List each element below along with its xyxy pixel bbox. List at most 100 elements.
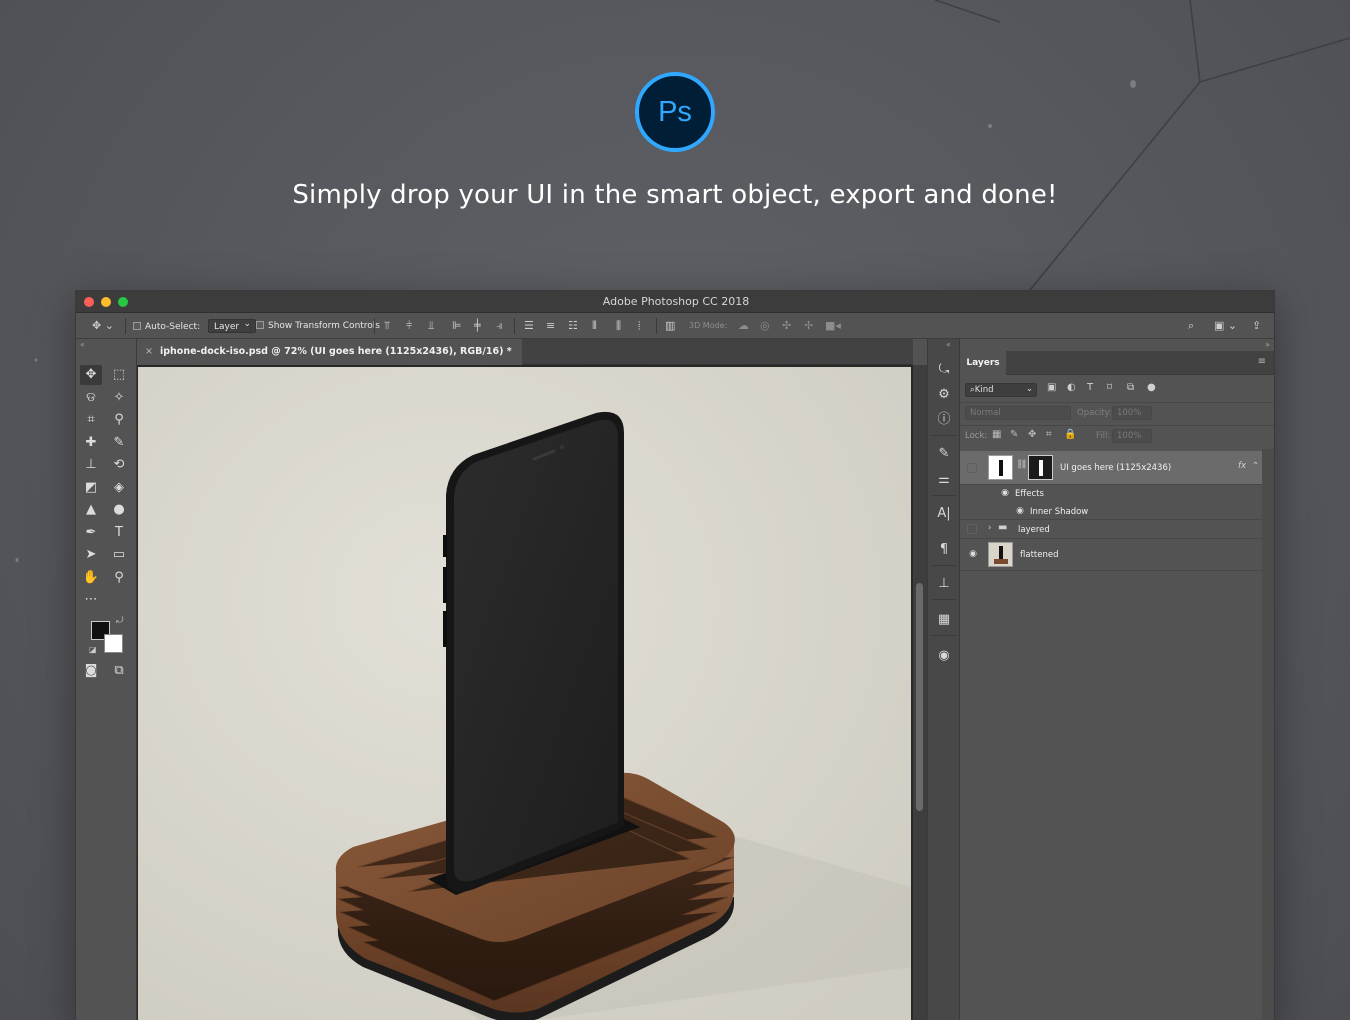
libraries-panel-icon[interactable]: ◉	[933, 645, 955, 667]
info-panel-icon[interactable]: ⓘ	[933, 409, 955, 431]
3d-pan-icon[interactable]: ✣	[782, 318, 791, 334]
expand-effects-icon[interactable]: ⌃	[1252, 461, 1259, 471]
effects-visibility-eye-icon[interactable]: ◉	[1000, 488, 1010, 498]
character-panel-icon[interactable]: A|	[933, 503, 955, 525]
canvas-vertical-scrollbar[interactable]	[913, 365, 927, 1020]
filter-pixel-icon[interactable]: ▣	[1047, 382, 1056, 393]
distribute-right-edges-icon[interactable]: ⦙	[638, 318, 640, 334]
panel-menu-icon[interactable]: ≡	[1258, 356, 1266, 367]
auto-select-checkbox[interactable]	[133, 322, 141, 330]
magic-wand-tool-icon[interactable]: ✧	[108, 388, 130, 408]
type-tool-icon[interactable]: T	[108, 523, 130, 543]
lock-all-icon[interactable]: 🔒	[1064, 429, 1076, 440]
auto-align-layers-icon[interactable]: ▥	[665, 318, 675, 334]
filter-adjustment-icon[interactable]: ◐	[1067, 382, 1076, 393]
screen-mode-icon[interactable]: ⧉	[108, 661, 130, 681]
rectangle-tool-icon[interactable]: ▭	[108, 545, 130, 565]
layer-flattened[interactable]: ◉ flattened	[960, 539, 1262, 571]
lock-artboard-icon[interactable]: ⌗	[1046, 429, 1052, 440]
table-panel-icon[interactable]: ▦	[933, 609, 955, 631]
distribute-vertical-centers-icon[interactable]: ≡	[546, 318, 555, 334]
brush-settings-panel-icon[interactable]: ✎	[933, 443, 955, 465]
close-document-icon[interactable]: ×	[145, 346, 153, 357]
history-panel-icon[interactable]: ⤿	[933, 359, 955, 381]
collapse-toolbar-icon[interactable]: «	[80, 340, 85, 349]
align-right-edges-icon[interactable]: ⫣	[496, 318, 503, 334]
flattened-visibility-eye-icon[interactable]: ◉	[968, 549, 978, 559]
filter-toggle-icon[interactable]: ●	[1147, 382, 1156, 393]
filter-type-icon[interactable]: T	[1087, 382, 1093, 393]
clone-source-panel-icon[interactable]: ⊥	[933, 573, 955, 595]
kind-filter-dropdown[interactable]: ⌕Kind ⌄	[965, 383, 1037, 397]
3d-scale-icon[interactable]: ■◂	[825, 318, 841, 334]
marquee-tool-icon[interactable]: ⬚	[108, 365, 130, 385]
expand-panels-icon[interactable]: »	[1265, 340, 1270, 349]
3d-slide-icon[interactable]: ✢	[804, 318, 813, 334]
blur-tool-icon[interactable]: ▲	[80, 500, 102, 520]
eyedropper-tool-icon[interactable]: ⚲	[108, 410, 130, 430]
document-tab[interactable]: × iphone-dock-iso.psd @ 72% (UI goes here…	[137, 339, 522, 365]
filter-smart-object-icon[interactable]: ⧉	[1127, 382, 1134, 393]
path-selection-tool-icon[interactable]: ➤	[80, 545, 102, 565]
tab-layers[interactable]: Layers	[960, 351, 1006, 375]
document-canvas[interactable]	[138, 367, 911, 1020]
link-icon[interactable]: ⛓	[1016, 460, 1027, 470]
layer-smart-object[interactable]: ⛓ UI goes here (1125x2436) fx ⌃	[960, 451, 1262, 485]
lasso-tool-icon[interactable]: ଡ	[80, 388, 102, 408]
align-bottom-edges-icon[interactable]: ⫫	[428, 318, 434, 334]
3d-orbit-icon[interactable]: ☁	[738, 318, 749, 334]
adjustments-panel-icon[interactable]: ⚌	[933, 469, 955, 491]
auto-select-dropdown[interactable]: Layer	[207, 317, 257, 333]
layer-effect-inner-shadow[interactable]: ◉ Inner Shadow	[960, 502, 1262, 520]
paragraph-panel-icon[interactable]: ¶	[933, 539, 955, 561]
distribute-left-edges-icon[interactable]: ⦀	[592, 318, 597, 334]
align-left-edges-icon[interactable]: ⊫	[452, 318, 462, 334]
eraser-tool-icon[interactable]: ◩	[80, 478, 102, 498]
hand-tool-icon[interactable]: ✋	[80, 568, 102, 588]
distribute-top-edges-icon[interactable]: ☰	[524, 318, 534, 334]
layer-effects-fx-icon[interactable]: fx	[1238, 461, 1246, 471]
lock-position-icon[interactable]: ✥	[1028, 429, 1036, 440]
workspace-icon[interactable]: ▣ ⌄	[1214, 318, 1237, 334]
move-tool-icon[interactable]: ✥	[80, 365, 102, 385]
opacity-input[interactable]: 100%	[1112, 406, 1152, 420]
layer-effects-row[interactable]: ◉ Effects	[960, 485, 1262, 502]
edit-toolbar-icon[interactable]: ⋯	[80, 590, 102, 610]
align-vertical-centers-icon[interactable]: ⫩	[406, 318, 412, 334]
group-visibility-toggle[interactable]	[967, 524, 977, 534]
lock-image-icon[interactable]: ✎	[1010, 429, 1018, 440]
inner-shadow-visibility-eye-icon[interactable]: ◉	[1015, 506, 1025, 516]
brush-tool-icon[interactable]: ✎	[108, 433, 130, 453]
zoom-tool-icon[interactable]: ⚲	[108, 568, 130, 588]
move-tool-preset-icon[interactable]: ✥ ⌄	[92, 318, 114, 334]
healing-brush-tool-icon[interactable]: ✚	[80, 433, 102, 453]
paint-bucket-tool-icon[interactable]: ◈	[108, 478, 130, 498]
background-color-swatch[interactable]	[104, 634, 123, 653]
crop-tool-icon[interactable]: ⌗	[80, 410, 102, 430]
align-top-edges-icon[interactable]: ⫪	[384, 318, 390, 334]
default-colors-icon[interactable]: ◪	[89, 645, 97, 654]
filter-shape-icon[interactable]: ⌑	[1107, 382, 1112, 393]
share-icon[interactable]: ⇪	[1252, 318, 1261, 334]
fill-input[interactable]: 100%	[1112, 429, 1152, 443]
clone-stamp-tool-icon[interactable]: ⊥	[80, 455, 102, 475]
expand-group-chevron-icon[interactable]: ›	[988, 523, 991, 533]
show-transform-checkbox[interactable]	[256, 321, 264, 329]
properties-panel-icon[interactable]: ⚙	[933, 384, 955, 406]
lock-transparency-icon[interactable]: ▦	[992, 429, 1001, 440]
quick-mask-icon[interactable]: ◙	[80, 661, 102, 681]
search-icon[interactable]: ⌕	[1188, 318, 1194, 334]
collapse-panels-icon[interactable]: «	[946, 340, 951, 349]
pen-tool-icon[interactable]: ✒	[80, 523, 102, 543]
layer-visibility-toggle[interactable]	[967, 463, 977, 473]
canvas-area[interactable]	[137, 365, 913, 1020]
distribute-horizontal-centers-icon[interactable]: ⫼	[616, 318, 621, 334]
swap-colors-icon[interactable]: ⤾	[116, 616, 124, 626]
blend-mode-dropdown[interactable]: Normal	[965, 406, 1071, 420]
scrollbar-thumb[interactable]	[916, 583, 923, 811]
dodge-tool-icon[interactable]: ●	[108, 500, 130, 520]
history-brush-tool-icon[interactable]: ⟲	[108, 455, 130, 475]
layer-group-layered[interactable]: › ▬ layered	[960, 520, 1262, 539]
distribute-bottom-edges-icon[interactable]: ☷	[568, 318, 578, 334]
layers-scrollbar[interactable]	[1262, 449, 1274, 1020]
